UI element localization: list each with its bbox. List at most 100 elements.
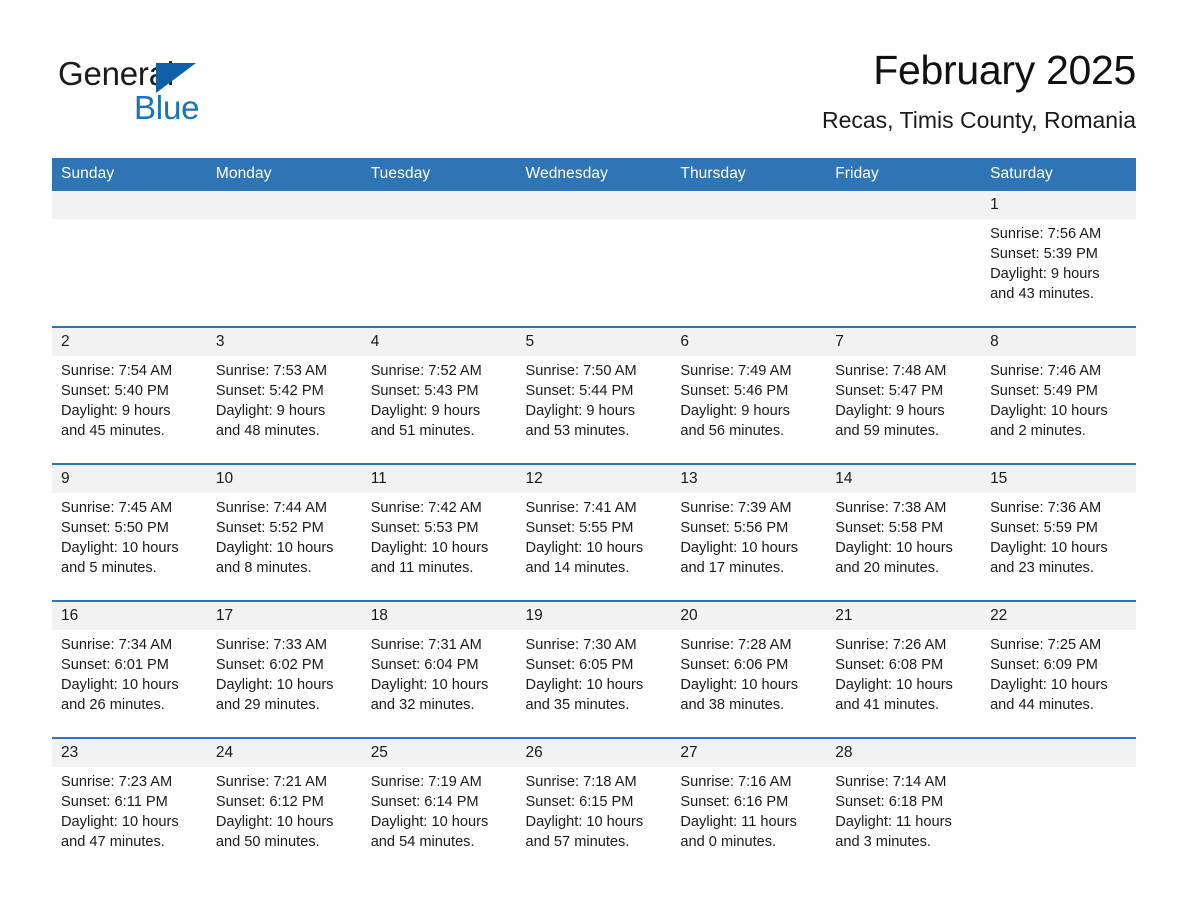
- calendar-day-cell[interactable]: 18 Sunrise: 7:31 AM Sunset: 6:04 PM Dayligh…: [361, 600, 517, 738]
- sunset-text: Sunset: 5:53 PM: [370, 520, 479, 536]
- calendar-day-cell[interactable]: 1 Sunrise: 7:56 AM Sunset: 5:39 PM Daylight…: [981, 191, 1136, 327]
- day-details: Sunrise: 7:31 AM Sunset: 6:04 PM Daylight:…: [362, 630, 517, 715]
- calendar-day-cell[interactable]: 4 Sunrise: 7:52 AM Sunset: 5:43 PM Daylight…: [361, 326, 517, 464]
- day-cell: 3 Sunrise: 7:53 AM Sunset: 5:42 PM Daylight…: [206, 328, 362, 463]
- calendar-day-cell[interactable]: 11 Sunrise: 7:42 AM Sunset: 5:53 PM Dayligh…: [361, 463, 517, 601]
- calendar-day-cell[interactable]: 17 Sunrise: 7:33 AM Sunset: 6:02 PM Dayligh…: [206, 600, 362, 738]
- daylight-text-line1: Daylight: 10 hours: [370, 814, 489, 830]
- daylight-text-line2: and 53 minutes.: [525, 423, 630, 439]
- day-details: Sunrise: 7:46 AM Sunset: 5:49 PM Daylight:…: [981, 356, 1136, 441]
- daylight-text-line2: and 29 minutes.: [215, 697, 320, 713]
- day-cell: 26 Sunrise: 7:18 AM Sunset: 6:15 PM Dayligh…: [516, 739, 672, 874]
- daylight-text-line2: and 47 minutes.: [61, 834, 165, 850]
- daylight-text-line2: and 23 minutes.: [990, 560, 1094, 576]
- sunrise-text: Sunrise: 7:19 AM: [370, 774, 482, 790]
- day-number: 25: [361, 739, 517, 767]
- day-cell-empty: [52, 191, 207, 326]
- calendar-day-cell[interactable]: 27 Sunrise: 7:16 AM Sunset: 6:16 PM Dayligh…: [671, 737, 827, 874]
- daylight-text-line2: and 41 minutes.: [835, 697, 940, 713]
- sunset-text: Sunset: 5:43 PM: [370, 383, 479, 399]
- daylight-text-line2: and 43 minutes.: [990, 286, 1094, 302]
- sunset-text: Sunset: 5:58 PM: [835, 520, 944, 536]
- calendar-day-cell[interactable]: 28 Sunrise: 7:14 AM Sunset: 6:18 PM Dayligh…: [826, 737, 982, 874]
- day-details: Sunrise: 7:41 AM Sunset: 5:55 PM Daylight:…: [517, 493, 672, 578]
- general-blue-logo[interactable]: General Blue: [58, 54, 358, 130]
- daylight-text-line2: and 50 minutes.: [215, 834, 320, 850]
- sunrise-text: Sunrise: 7:23 AM: [61, 774, 173, 790]
- calendar-day-cell[interactable]: 6 Sunrise: 7:49 AM Sunset: 5:46 PM Daylight…: [671, 326, 827, 464]
- day-cell: 28 Sunrise: 7:14 AM Sunset: 6:18 PM Dayligh…: [826, 739, 982, 874]
- day-details: Sunrise: 7:42 AM Sunset: 5:53 PM Daylight:…: [362, 493, 517, 578]
- day-details: Sunrise: 7:26 AM Sunset: 6:08 PM Daylight:…: [826, 630, 981, 715]
- calendar-day-cell[interactable]: 12 Sunrise: 7:41 AM Sunset: 5:55 PM Dayligh…: [516, 463, 672, 601]
- calendar-day-cell[interactable]: 14 Sunrise: 7:38 AM Sunset: 5:58 PM Dayligh…: [826, 463, 982, 601]
- calendar-day-cell[interactable]: 15 Sunrise: 7:36 AM Sunset: 5:59 PM Dayligh…: [981, 463, 1136, 601]
- day-cell: 4 Sunrise: 7:52 AM Sunset: 5:43 PM Daylight…: [361, 328, 517, 463]
- daylight-text-line1: Daylight: 10 hours: [835, 677, 953, 693]
- day-number: [516, 191, 672, 219]
- sunrise-text: Sunrise: 7:25 AM: [990, 637, 1102, 653]
- day-cell: 7 Sunrise: 7:48 AM Sunset: 5:47 PM Daylight…: [826, 328, 982, 463]
- sunset-text: Sunset: 5:47 PM: [835, 383, 944, 399]
- day-details: Sunrise: 7:34 AM Sunset: 6:01 PM Daylight:…: [52, 630, 207, 715]
- day-number: 24: [206, 739, 362, 767]
- day-details: Sunrise: 7:56 AM Sunset: 5:39 PM Daylight:…: [981, 219, 1136, 304]
- day-details: Sunrise: 7:53 AM Sunset: 5:42 PM Daylight:…: [207, 356, 362, 441]
- day-cell: 14 Sunrise: 7:38 AM Sunset: 5:58 PM Dayligh…: [826, 465, 982, 600]
- daylight-text-line2: and 56 minutes.: [680, 423, 785, 439]
- calendar-week-row: 1 Sunrise: 7:56 AM Sunset: 5:39 PM Daylight…: [52, 191, 1136, 327]
- day-cell: 21 Sunrise: 7:26 AM Sunset: 6:08 PM Dayligh…: [826, 602, 982, 737]
- calendar-day-cell[interactable]: 23 Sunrise: 7:23 AM Sunset: 6:11 PM Dayligh…: [52, 737, 207, 874]
- daylight-text-line1: Daylight: 9 hours: [525, 403, 636, 419]
- day-cell: 25 Sunrise: 7:19 AM Sunset: 6:14 PM Dayligh…: [361, 739, 517, 874]
- day-number: 14: [826, 465, 982, 493]
- calendar-day-cell: [52, 191, 207, 327]
- calendar-day-cell[interactable]: 2 Sunrise: 7:54 AM Sunset: 5:40 PM Daylight…: [52, 326, 207, 464]
- calendar-day-cell[interactable]: 9 Sunrise: 7:45 AM Sunset: 5:50 PM Daylight…: [52, 463, 207, 601]
- daylight-text-line1: Daylight: 10 hours: [990, 677, 1108, 693]
- calendar-day-cell[interactable]: 5 Sunrise: 7:50 AM Sunset: 5:44 PM Daylight…: [516, 326, 672, 464]
- day-number: 12: [516, 465, 672, 493]
- sunrise-text: Sunrise: 7:21 AM: [215, 774, 327, 790]
- calendar-day-cell[interactable]: 3 Sunrise: 7:53 AM Sunset: 5:42 PM Daylight…: [206, 326, 362, 464]
- sunrise-text: Sunrise: 7:18 AM: [525, 774, 637, 790]
- calendar-day-cell[interactable]: 13 Sunrise: 7:39 AM Sunset: 5:56 PM Dayligh…: [671, 463, 827, 601]
- day-cell-empty: [981, 739, 1136, 874]
- calendar-day-cell[interactable]: 7 Sunrise: 7:48 AM Sunset: 5:47 PM Daylight…: [826, 326, 982, 464]
- sunset-text: Sunset: 6:05 PM: [525, 657, 634, 673]
- calendar-day-cell[interactable]: 21 Sunrise: 7:26 AM Sunset: 6:08 PM Dayligh…: [826, 600, 982, 738]
- daylight-text-line1: Daylight: 10 hours: [215, 814, 334, 830]
- day-details: Sunrise: 7:30 AM Sunset: 6:05 PM Daylight:…: [517, 630, 672, 715]
- day-details: Sunrise: 7:33 AM Sunset: 6:02 PM Daylight:…: [207, 630, 362, 715]
- daylight-text-line1: Daylight: 9 hours: [835, 403, 945, 419]
- sunset-text: Sunset: 5:49 PM: [990, 383, 1098, 399]
- day-cell: 19 Sunrise: 7:30 AM Sunset: 6:05 PM Dayligh…: [516, 602, 672, 737]
- calendar-day-cell[interactable]: 20 Sunrise: 7:28 AM Sunset: 6:06 PM Dayligh…: [671, 600, 827, 738]
- day-cell: 16 Sunrise: 7:34 AM Sunset: 6:01 PM Dayligh…: [52, 602, 207, 737]
- calendar-day-cell[interactable]: 10 Sunrise: 7:44 AM Sunset: 5:52 PM Dayligh…: [206, 463, 362, 601]
- day-number: 19: [516, 602, 672, 630]
- sunset-text: Sunset: 6:12 PM: [215, 794, 324, 810]
- calendar-day-cell[interactable]: 25 Sunrise: 7:19 AM Sunset: 6:14 PM Dayligh…: [361, 737, 517, 874]
- day-number: 13: [671, 465, 827, 493]
- sunset-text: Sunset: 5:52 PM: [215, 520, 324, 536]
- day-number: 10: [206, 465, 362, 493]
- sunrise-text: Sunrise: 7:34 AM: [61, 637, 173, 653]
- calendar-day-cell[interactable]: 8 Sunrise: 7:46 AM Sunset: 5:49 PM Daylight…: [981, 326, 1136, 464]
- day-number: 6: [671, 328, 827, 356]
- daylight-text-line2: and 14 minutes.: [525, 560, 630, 576]
- calendar-day-cell[interactable]: 26 Sunrise: 7:18 AM Sunset: 6:15 PM Dayligh…: [516, 737, 672, 874]
- sunset-text: Sunset: 6:15 PM: [525, 794, 634, 810]
- daylight-text-line1: Daylight: 10 hours: [370, 677, 489, 693]
- day-cell-empty: [671, 191, 827, 326]
- calendar-day-cell[interactable]: 19 Sunrise: 7:30 AM Sunset: 6:05 PM Dayligh…: [516, 600, 672, 738]
- day-number: 1: [981, 191, 1136, 219]
- calendar-day-cell[interactable]: 16 Sunrise: 7:34 AM Sunset: 6:01 PM Dayligh…: [52, 600, 207, 738]
- calendar-day-cell[interactable]: 24 Sunrise: 7:21 AM Sunset: 6:12 PM Dayligh…: [206, 737, 362, 874]
- calendar-day-cell[interactable]: 22 Sunrise: 7:25 AM Sunset: 6:09 PM Dayligh…: [981, 600, 1136, 738]
- daylight-text-line1: Daylight: 10 hours: [525, 677, 644, 693]
- daylight-text-line1: Daylight: 10 hours: [61, 677, 179, 693]
- daylight-text-line2: and 0 minutes.: [680, 834, 777, 850]
- calendar-week-row: 2 Sunrise: 7:54 AM Sunset: 5:40 PM Daylight…: [52, 326, 1136, 464]
- day-details: Sunrise: 7:54 AM Sunset: 5:40 PM Daylight:…: [52, 356, 207, 441]
